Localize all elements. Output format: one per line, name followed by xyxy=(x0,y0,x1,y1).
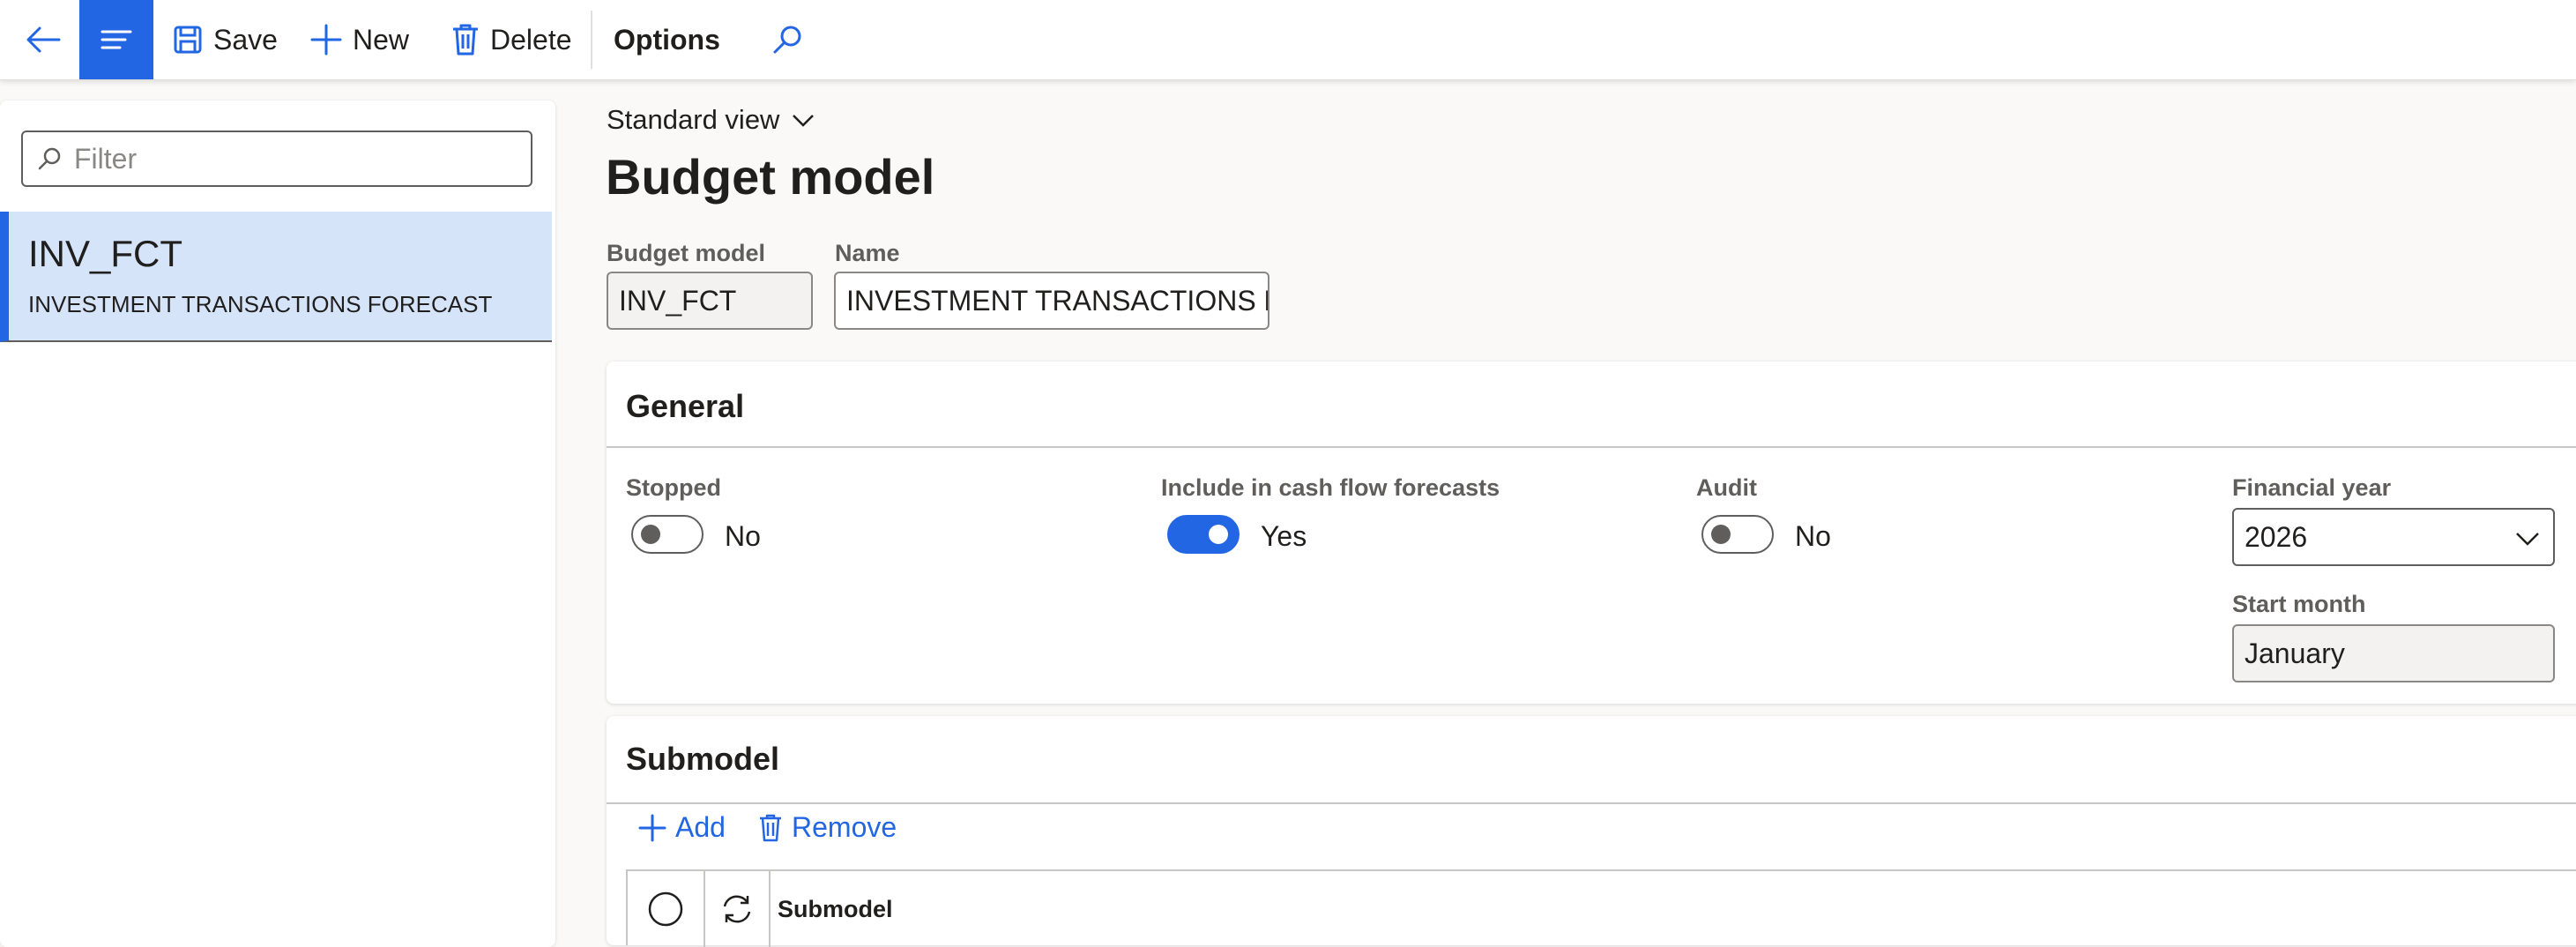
menu-button[interactable] xyxy=(79,0,153,79)
delete-button[interactable]: Delete xyxy=(451,0,572,79)
audit-label: Audit xyxy=(1696,474,1757,501)
list-item-name: INVESTMENT TRANSACTIONS FORECAST xyxy=(28,291,493,317)
start-month-label: Start month xyxy=(2232,591,2366,617)
save-label: Save xyxy=(213,23,278,56)
financial-year-select[interactable]: 2026 xyxy=(2232,508,2555,566)
view-label: Standard view xyxy=(607,104,780,135)
submodel-header[interactable]: Submodel xyxy=(626,741,779,778)
name-field[interactable]: INVESTMENT TRANSACTIONS F... xyxy=(834,272,1269,330)
start-month-field[interactable]: January xyxy=(2232,624,2555,682)
audit-value: No xyxy=(1795,520,1831,552)
list-pane: Filter INV_FCT INVESTMENT TRANSACTIONS F… xyxy=(0,101,555,947)
circle-icon xyxy=(648,891,683,927)
save-button[interactable]: Save xyxy=(173,0,278,79)
add-label: Add xyxy=(675,811,726,843)
general-header[interactable]: General xyxy=(626,388,744,425)
search-icon xyxy=(773,26,801,54)
list-item[interactable]: INV_FCT INVESTMENT TRANSACTIONS FORECAST xyxy=(0,212,552,342)
cashflow-value: Yes xyxy=(1261,520,1307,552)
stopped-value: No xyxy=(725,520,761,552)
action-pane: Save New Delete Options xyxy=(0,0,2576,80)
chevron-down-icon xyxy=(793,115,815,127)
submodel-grid-header: Submodel xyxy=(626,869,2576,947)
list-item-id: INV_FCT xyxy=(28,233,183,274)
general-divider xyxy=(607,446,2576,448)
filter-placeholder: Filter xyxy=(74,142,138,175)
hamburger-icon xyxy=(101,30,132,49)
cashflow-label: Include in cash flow forecasts xyxy=(1161,474,1500,501)
back-button[interactable] xyxy=(7,0,79,79)
submodel-column-header[interactable]: Submodel xyxy=(778,871,893,947)
page-title: Budget model xyxy=(606,149,935,205)
toolbar-divider xyxy=(591,11,592,69)
chevron-down-icon xyxy=(2516,533,2539,546)
new-button[interactable]: New xyxy=(310,0,409,79)
new-label: New xyxy=(353,23,410,56)
refresh-button[interactable] xyxy=(705,871,771,947)
financial-year-label: Financial year xyxy=(2232,474,2392,501)
add-button[interactable]: Add xyxy=(638,811,726,844)
filter-input[interactable]: Filter xyxy=(21,130,532,187)
stopped-toggle[interactable] xyxy=(631,515,704,554)
refresh-icon xyxy=(723,895,751,923)
options-label: Options xyxy=(614,23,720,56)
stopped-label: Stopped xyxy=(626,474,721,501)
plus-icon xyxy=(310,24,342,56)
trash-icon xyxy=(760,814,781,841)
delete-label: Delete xyxy=(490,23,572,56)
trash-icon xyxy=(453,24,478,56)
submodel-fasttab: Submodel Add Remove Submodel xyxy=(607,716,2576,947)
name-label: Name xyxy=(835,240,900,266)
cashflow-toggle[interactable] xyxy=(1167,515,1240,554)
options-tab[interactable]: Options xyxy=(614,0,720,79)
toggle-knob xyxy=(1711,525,1731,544)
remove-label: Remove xyxy=(792,811,897,843)
toggle-knob xyxy=(1209,525,1228,544)
save-icon xyxy=(174,26,202,54)
search-button[interactable] xyxy=(765,0,809,79)
general-fasttab: General Stopped No Include in cash flow … xyxy=(607,362,2576,704)
select-all-checkbox[interactable] xyxy=(628,871,705,947)
view-selector[interactable]: Standard view xyxy=(607,104,816,136)
plus-icon xyxy=(638,814,666,841)
submodel-divider xyxy=(607,802,2576,804)
back-arrow-icon xyxy=(26,26,61,53)
financial-year-value: 2026 xyxy=(2245,520,2308,553)
search-icon xyxy=(37,146,62,171)
budget-model-field[interactable]: INV_FCT xyxy=(607,272,813,330)
budget-model-label: Budget model xyxy=(607,240,765,266)
toggle-knob xyxy=(641,525,660,544)
remove-button[interactable]: Remove xyxy=(758,811,897,844)
audit-toggle[interactable] xyxy=(1701,515,1774,554)
